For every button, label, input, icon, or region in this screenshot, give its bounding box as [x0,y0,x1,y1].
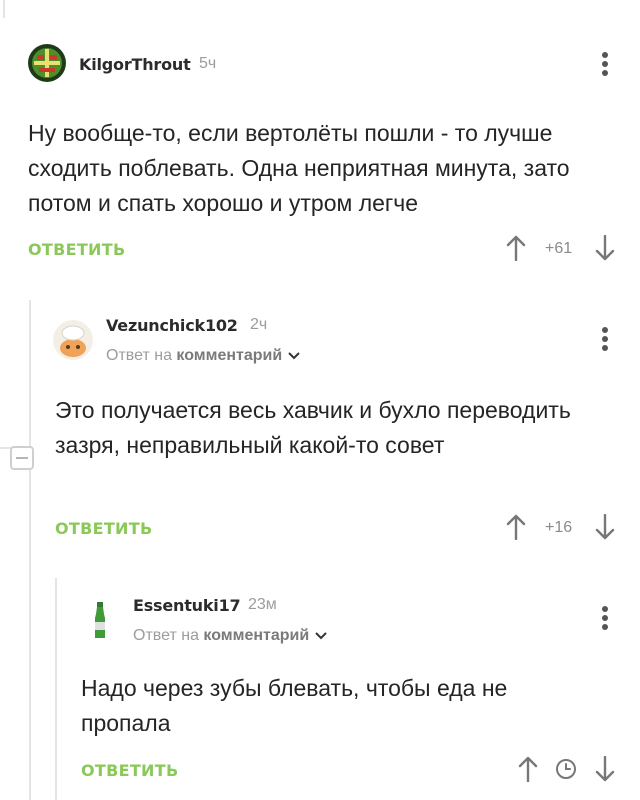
avatar [80,600,120,640]
reply-to-link[interactable]: Ответ на комментарий [106,347,300,365]
avatar [53,320,93,360]
reply-to-prefix: Ответ на [106,347,172,364]
clock-icon [556,759,576,779]
username[interactable]: Essentuki17 [133,596,241,615]
reply-button[interactable]: ОТВЕТИТЬ [55,519,152,538]
collapse-icon[interactable] [10,446,34,470]
kebab-menu-icon[interactable] [601,327,609,351]
comment-text: Надо через зубы блевать, чтобы еда не пр… [81,675,508,736]
arrow-up-icon[interactable] [517,756,539,782]
username[interactable]: KilgorThrout [79,55,191,74]
comment-text: Ну вообще-то, если вертолёты пошли - то … [28,120,570,216]
arrow-down-icon[interactable] [594,235,616,261]
arrow-down-icon[interactable] [594,756,616,782]
reply-to-comment[interactable]: комментарий [203,627,309,644]
thread-line-level1 [29,300,31,800]
arrow-up-icon[interactable] [505,235,527,261]
username[interactable]: Vezunchick102 [106,316,238,335]
comment-time: 2ч [250,316,268,333]
reply-button[interactable]: ОТВЕТИТЬ [28,240,125,259]
rating-score: +61 [545,240,573,257]
kebab-menu-icon[interactable] [601,606,609,630]
kebab-menu-icon[interactable] [601,52,609,76]
reply-to-link[interactable]: Ответ на комментарий [133,627,327,645]
avatar [28,44,66,82]
arrow-down-icon[interactable] [594,514,616,540]
chevron-down-icon[interactable] [288,352,300,360]
chevron-down-icon[interactable] [315,632,327,640]
comment-time: 5ч [199,55,217,72]
rating-score: +16 [545,519,573,536]
reply-to-comment[interactable]: комментарий [176,347,282,364]
arrow-up-icon[interactable] [505,514,527,540]
comment-time: 23м [248,596,277,613]
thread-line-level2 [55,578,57,800]
thread-line-top [3,0,5,18]
comment-text: Это получается весь хавчик и бухло перев… [55,397,571,458]
reply-to-prefix: Ответ на [133,627,199,644]
reply-button[interactable]: ОТВЕТИТЬ [81,761,178,780]
